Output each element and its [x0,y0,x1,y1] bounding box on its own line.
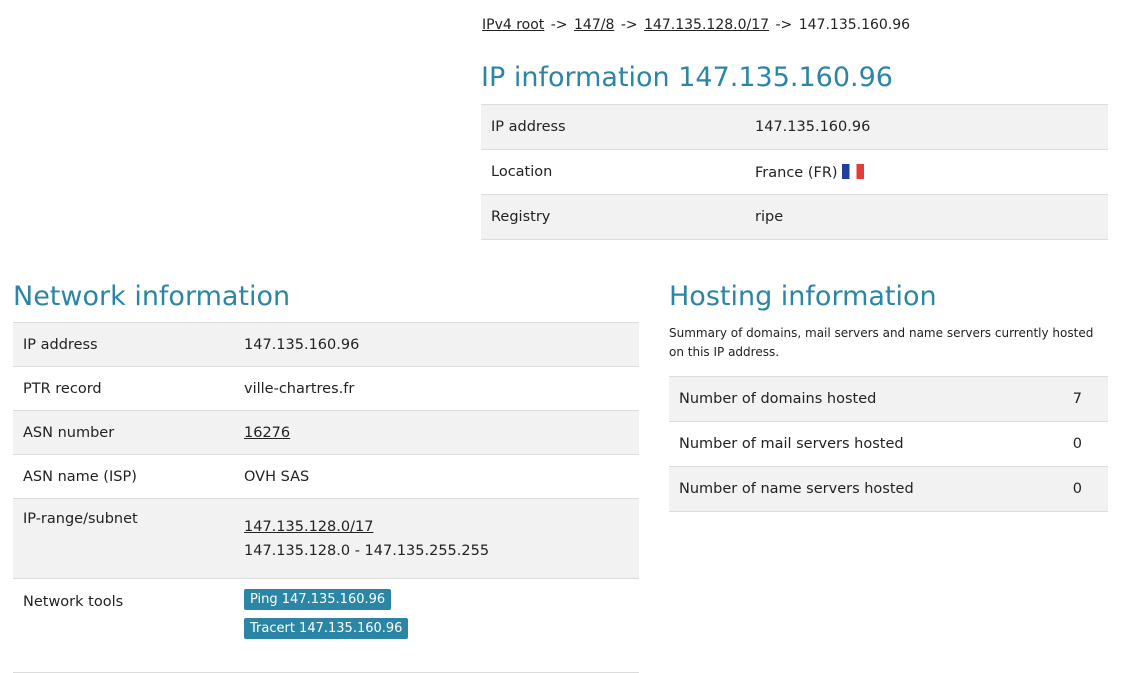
page-title: IP information 147.135.160.96 [481,62,893,93]
ip-address-label: IP address [481,104,745,150]
table-row: Number of mail servers hosted 0 [669,421,1108,467]
hosting-info-table: Number of domains hosted 7 Number of mai… [669,376,1108,512]
network-tools-label: Network tools [13,578,234,673]
table-row: IP address 147.135.160.96 [481,104,1108,150]
domains-hosted-value: 7 [1041,376,1108,422]
table-row: Number of name servers hosted 0 [669,466,1108,512]
table-row: Registry ripe [481,194,1108,240]
table-row: ASN name (ISP) OVH SAS [13,454,639,499]
tracert-button[interactable]: Tracert 147.135.160.96 [244,618,409,639]
ping-button[interactable]: Ping 147.135.160.96 [244,589,392,610]
ip-range-label: IP-range/subnet [13,498,234,579]
table-row: IP address 147.135.160.96 [13,322,639,367]
location-label: Location [481,149,745,195]
asn-name-label: ASN name (ISP) [13,454,234,499]
france-flag-icon [841,163,864,179]
table-row: Number of domains hosted 7 [669,376,1108,422]
breadcrumb-current-ip: 147.135.160.96 [798,17,911,33]
hosting-information-heading: Hosting information [669,281,937,312]
breadcrumb-separator: -> [620,17,638,33]
registry-label: Registry [481,194,745,240]
breadcrumb-separator: -> [775,17,793,33]
hosting-description: Summary of domains, mail servers and nam… [669,326,1094,359]
net-ip-address-label: IP address [13,322,234,367]
ip-range-cell: 147.135.128.0/17 147.135.128.0 - 147.135… [234,498,639,579]
network-info-table: IP address 147.135.160.96 PTR record vil… [13,322,639,673]
ip-info-table: IP address 147.135.160.96 Location Franc… [481,104,1108,240]
mail-servers-hosted-label: Number of mail servers hosted [669,421,1042,467]
name-servers-hosted-value: 0 [1041,466,1108,512]
domains-hosted-label: Number of domains hosted [669,376,1042,422]
ptr-record-label: PTR record [13,366,234,411]
table-row: PTR record ville-chartres.fr [13,366,639,411]
breadcrumb-separator: -> [550,17,568,33]
table-row: IP-range/subnet 147.135.128.0/17 147.135… [13,498,639,579]
subnet-link[interactable]: 147.135.128.0/17 [244,519,373,535]
location-cell: France (FR) [745,149,1108,195]
breadcrumb-ipv4-root-link[interactable]: IPv4 root [482,17,544,33]
registry-value: ripe [745,194,1108,240]
network-tools-cell: Ping 147.135.160.96 Tracert 147.135.160.… [234,578,639,673]
net-ip-address-value: 147.135.160.96 [234,322,639,367]
table-row: ASN number 16276 [13,410,639,455]
ip-range-value: 147.135.128.0 - 147.135.255.255 [244,542,490,559]
breadcrumb-subnet-link[interactable]: 147.135.128.0/17 [644,17,769,33]
breadcrumb: IPv4 root -> 147/8 -> 147.135.128.0/17 -… [482,17,910,33]
asn-number-link[interactable]: 16276 [244,425,290,441]
asn-name-value: OVH SAS [234,454,639,499]
name-servers-hosted-label: Number of name servers hosted [669,466,1042,512]
ip-address-value: 147.135.160.96 [745,104,1108,150]
breadcrumb-147-8-link[interactable]: 147/8 [574,17,614,33]
network-information-heading: Network information [13,281,291,312]
location-value: France (FR) [755,164,838,181]
table-row: Network tools Ping 147.135.160.96 Tracer… [13,578,639,673]
asn-number-label: ASN number [13,410,234,455]
mail-servers-hosted-value: 0 [1041,421,1108,467]
asn-number-cell: 16276 [234,410,639,455]
table-row: Location France (FR) [481,149,1108,195]
ptr-record-value: ville-chartres.fr [234,366,639,411]
